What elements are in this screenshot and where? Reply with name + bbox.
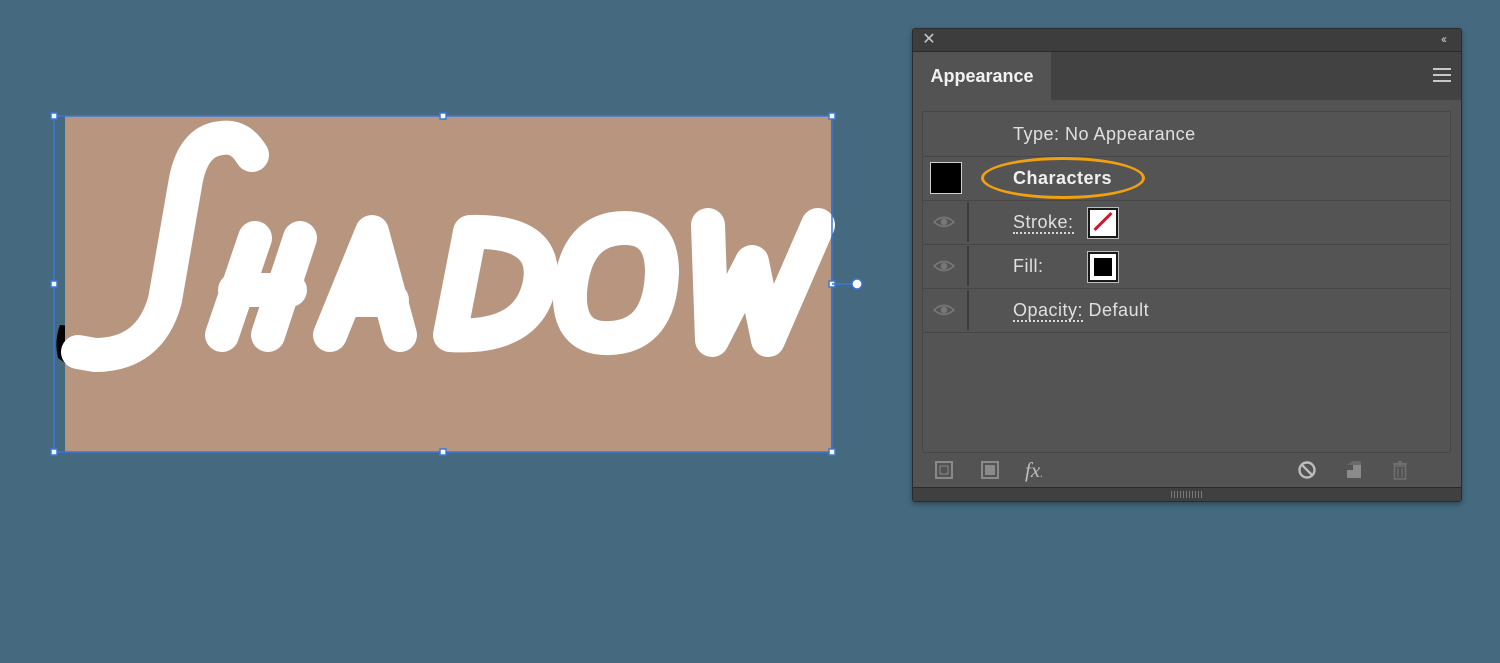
- close-icon[interactable]: ✕: [921, 32, 937, 48]
- panel-tabstrip: Appearance: [913, 52, 1461, 100]
- panel-resize-handle[interactable]: [913, 487, 1461, 501]
- double-chevron-left-icon[interactable]: ‹‹: [1435, 31, 1451, 47]
- opacity-value: Default: [1088, 300, 1150, 320]
- resize-grip-icon: [1171, 491, 1203, 498]
- add-effect-fx-button[interactable]: fx.: [1025, 459, 1055, 481]
- row-stroke[interactable]: Stroke:: [923, 200, 1450, 245]
- fill-color-swatch[interactable]: [1088, 252, 1118, 282]
- row-type[interactable]: Type: No Appearance: [923, 112, 1450, 157]
- handle-bottom-left[interactable]: [50, 448, 58, 456]
- stroke-none-swatch[interactable]: [1088, 208, 1118, 238]
- characters-label[interactable]: Characters: [1013, 156, 1112, 200]
- appearance-panel: ✕ ‹‹ Appearance Type: No Appearance Char…: [912, 28, 1462, 502]
- panel-footer-toolbar: fx.: [913, 457, 1461, 487]
- opacity-label[interactable]: Opacity:: [1013, 300, 1084, 322]
- add-new-stroke-icon[interactable]: [933, 459, 955, 481]
- row-divider: [967, 202, 969, 242]
- row-opacity[interactable]: Opacity: Default: [923, 288, 1450, 333]
- handle-bottom-right[interactable]: [828, 448, 836, 456]
- artwork-svg[interactable]: [0, 0, 900, 663]
- fill-label: Fill:: [1013, 256, 1044, 276]
- text-thread-port[interactable]: [851, 278, 863, 290]
- letter-h: [205, 221, 317, 352]
- duplicate-item-icon[interactable]: [1343, 459, 1365, 481]
- stroke-label[interactable]: Stroke:: [1013, 212, 1074, 234]
- hamburger-menu-icon[interactable]: [1433, 68, 1451, 82]
- handle-top-center[interactable]: [439, 112, 447, 120]
- add-new-fill-icon[interactable]: [979, 459, 1001, 481]
- row-characters[interactable]: Characters: [923, 156, 1450, 201]
- clear-appearance-icon[interactable]: [1296, 459, 1318, 481]
- panel-titlebar[interactable]: ✕ ‹‹: [913, 29, 1461, 52]
- characters-thumbnail-swatch[interactable]: [930, 162, 962, 194]
- opacity-row-text: Opacity: Default: [1013, 288, 1149, 332]
- handle-bottom-center[interactable]: [439, 448, 447, 456]
- eye-icon[interactable]: [933, 301, 955, 319]
- stroke-label-wrap[interactable]: Stroke:: [1013, 200, 1074, 244]
- row-divider: [967, 290, 969, 330]
- handle-top-right[interactable]: [828, 112, 836, 120]
- row-divider: [967, 246, 969, 286]
- eye-icon[interactable]: [933, 257, 955, 275]
- eye-icon[interactable]: [933, 213, 955, 231]
- row-fill[interactable]: Fill:: [923, 244, 1450, 289]
- handle-top-left[interactable]: [50, 112, 58, 120]
- appearance-attributes-list: Type: No Appearance Characters Stroke: F…: [922, 111, 1451, 453]
- type-label: Type: No Appearance: [1013, 124, 1196, 144]
- trash-icon[interactable]: [1389, 459, 1411, 481]
- fx-label: fx: [1025, 458, 1041, 482]
- tab-appearance[interactable]: Appearance: [913, 52, 1051, 100]
- artboard-canvas[interactable]: [0, 0, 900, 663]
- handle-middle-left[interactable]: [50, 280, 58, 288]
